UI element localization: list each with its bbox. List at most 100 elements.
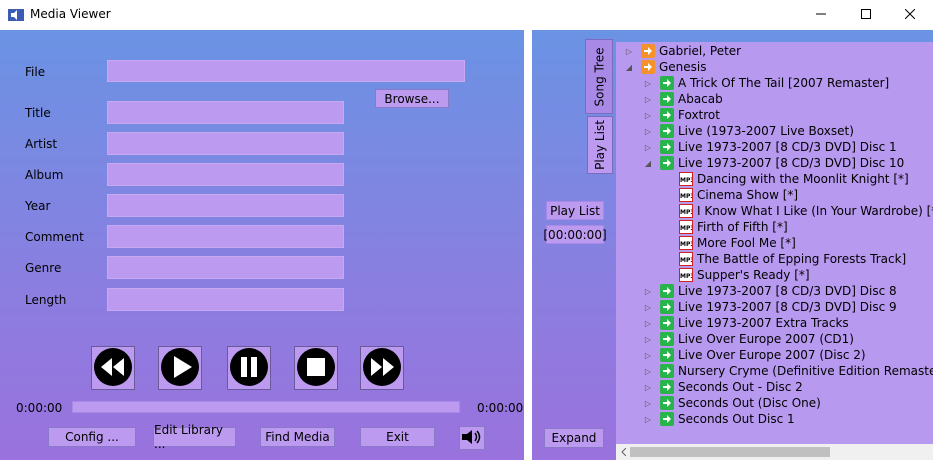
song-tree: ▷ Gabriel, Peter ◢ Genesis ▷ A Trick Of The T… (616, 42, 933, 460)
expand-arrow-icon[interactable]: ▷ (643, 367, 653, 376)
expand-arrow-icon[interactable]: ▷ (643, 95, 653, 104)
tree-album-item[interactable]: ▷ A Trick Of The Tail [2007 Remaster] (643, 75, 889, 91)
length-label: Length (25, 293, 67, 307)
tree-item-label: Cinema Show [*] (697, 188, 799, 202)
tree-album-item[interactable]: ▷ Seconds Out (Disc One) (643, 395, 821, 411)
library-pane: Song Tree Play List Play List [00:00:00]… (532, 30, 933, 460)
tree-item-label: Live Over Europe 2007 (Disc 2) (678, 348, 866, 362)
album-arrow-icon (660, 364, 674, 378)
expand-arrow-icon[interactable]: ▷ (643, 111, 653, 120)
expand-arrow-icon[interactable]: ▷ (643, 351, 653, 360)
tree-track-item[interactable]: MP3 I Know What I Like (In Your Wardrobe)… (662, 203, 933, 219)
tree-track-item[interactable]: MP3 Supper's Ready [*] (662, 267, 810, 283)
tree-album-item[interactable]: ▷ Live 1973-2007 Extra Tracks (643, 315, 849, 331)
tree-album-item[interactable]: ▷ Abacab (643, 91, 723, 107)
title-label: Title (25, 106, 51, 120)
tree-album-item[interactable]: ▷ Live 1973-2007 [8 CD/3 DVD] Disc 9 (643, 299, 897, 315)
length-field[interactable] (107, 288, 344, 311)
expand-arrow-icon[interactable]: ▷ (643, 383, 653, 392)
playlist-time: [00:00:00] (543, 225, 607, 244)
genre-field[interactable] (107, 256, 344, 279)
seek-bar[interactable] (72, 401, 460, 413)
year-label: Year (25, 199, 51, 213)
tree-item-label: Live 1973-2007 [8 CD/3 DVD] Disc 1 (678, 140, 897, 154)
mp3-file-icon: MP3 (679, 252, 695, 266)
expand-arrow-icon[interactable]: ▷ (643, 415, 653, 424)
comment-field[interactable] (107, 225, 344, 248)
tree-track-item[interactable]: MP3 Cinema Show [*] (662, 187, 798, 203)
tab-play-list[interactable]: Play List (587, 116, 613, 174)
tree-album-item[interactable]: ▷ Seconds Out - Disc 2 (643, 379, 803, 395)
expand-arrow-icon[interactable]: ▷ (643, 79, 653, 88)
volume-button[interactable] (459, 426, 485, 450)
tree-item-label: Nursery Cryme (Definitive Edition Remast… (678, 364, 933, 378)
mp3-file-icon: MP3 (679, 204, 695, 218)
album-arrow-icon (660, 300, 674, 314)
pause-button[interactable] (227, 346, 271, 390)
tree-album-item[interactable]: ▷ Live (1973-2007 Live Boxset) (643, 123, 854, 139)
tree-track-item[interactable]: MP3 Firth of Fifth [*] (662, 219, 788, 235)
tab-play-list-label: Play List (593, 120, 608, 170)
artist-field[interactable] (107, 132, 344, 155)
collapse-arrow-icon[interactable]: ◢ (643, 159, 653, 168)
elapsed-time: 0:00:00 (16, 401, 63, 415)
tree-artist-item[interactable]: ▷ Gabriel, Peter (624, 43, 741, 59)
tree-artist-item[interactable]: ◢ Genesis (624, 59, 707, 75)
maximize-icon (861, 8, 871, 22)
rewind-button[interactable] (91, 346, 135, 390)
tree-album-item[interactable]: ▷ Seconds Out Disc 1 (643, 411, 795, 427)
expand-arrow-icon[interactable]: ▷ (643, 287, 653, 296)
expand-arrow-icon[interactable]: ▷ (643, 143, 653, 152)
genre-label: Genre (25, 261, 62, 275)
tree-album-item[interactable]: ▷ Foxtrot (643, 107, 720, 123)
edit-library-button[interactable]: Edit Library ... (153, 423, 236, 451)
expand-arrow-icon[interactable]: ▷ (643, 319, 653, 328)
album-arrow-icon (660, 284, 674, 298)
expand-arrow-icon[interactable]: ▷ (643, 127, 653, 136)
tree-album-item[interactable]: ▷ Live 1973-2007 [8 CD/3 DVD] Disc 1 (643, 139, 897, 155)
expand-arrow-icon[interactable]: ▷ (643, 335, 653, 344)
album-arrow-icon (660, 396, 674, 410)
album-arrow-icon (660, 380, 674, 394)
browse-button[interactable]: Browse... (375, 89, 449, 108)
tab-song-tree[interactable]: Song Tree (585, 39, 613, 114)
hscroll-thumb[interactable] (630, 447, 830, 457)
svg-text:MP3: MP3 (680, 209, 692, 216)
album-arrow-icon (660, 156, 674, 170)
file-field[interactable] (107, 60, 465, 82)
horizontal-scrollbar[interactable] (616, 444, 933, 460)
scroll-left-arrow[interactable] (618, 447, 628, 457)
tree-track-item[interactable]: MP3 More Fool Me [*] (662, 235, 796, 251)
maximize-button[interactable] (843, 0, 889, 30)
tree-album-item[interactable]: ▷ Live Over Europe 2007 (CD1) (643, 331, 854, 347)
close-button[interactable] (887, 0, 933, 30)
config-button[interactable]: Config ... (48, 427, 136, 447)
tree-album-item[interactable]: ▷ Live Over Europe 2007 (Disc 2) (643, 347, 866, 363)
tab-song-tree-label: Song Tree (592, 47, 606, 106)
title-field[interactable] (107, 101, 344, 124)
year-field[interactable] (107, 194, 344, 217)
tree-item-label: Seconds Out (Disc One) (678, 396, 821, 410)
exit-button[interactable]: Exit (360, 427, 435, 447)
tree-album-item[interactable]: ◢ Live 1973-2007 [8 CD/3 DVD] Disc 10 (643, 155, 904, 171)
minimize-button[interactable] (798, 0, 844, 30)
album-arrow-icon (660, 108, 674, 122)
collapse-arrow-icon[interactable]: ◢ (624, 63, 634, 72)
expand-arrow-icon[interactable]: ▷ (643, 303, 653, 312)
expand-arrow-icon[interactable]: ▷ (624, 47, 634, 56)
tree-album-item[interactable]: ▷ Nursery Cryme (Definitive Edition Remas… (643, 363, 933, 379)
album-arrow-icon (660, 412, 674, 426)
play-button[interactable] (158, 346, 202, 390)
file-label: File (25, 65, 46, 79)
tree-item-label: Foxtrot (678, 108, 720, 122)
find-media-button[interactable]: Find Media (260, 427, 335, 447)
tree-track-item[interactable]: MP3 Dancing with the Moonlit Knight [*] (662, 171, 909, 187)
tree-album-item[interactable]: ▷ Live 1973-2007 [8 CD/3 DVD] Disc 8 (643, 283, 897, 299)
expand-button[interactable]: Expand (544, 428, 604, 448)
artist-arrow-icon (641, 60, 655, 74)
fast-forward-button[interactable] (360, 346, 404, 390)
tree-track-item[interactable]: MP3 The Battle of Epping Forests Track] (662, 251, 906, 267)
album-field[interactable] (107, 163, 344, 186)
expand-arrow-icon[interactable]: ▷ (643, 399, 653, 408)
stop-button[interactable] (294, 346, 338, 390)
